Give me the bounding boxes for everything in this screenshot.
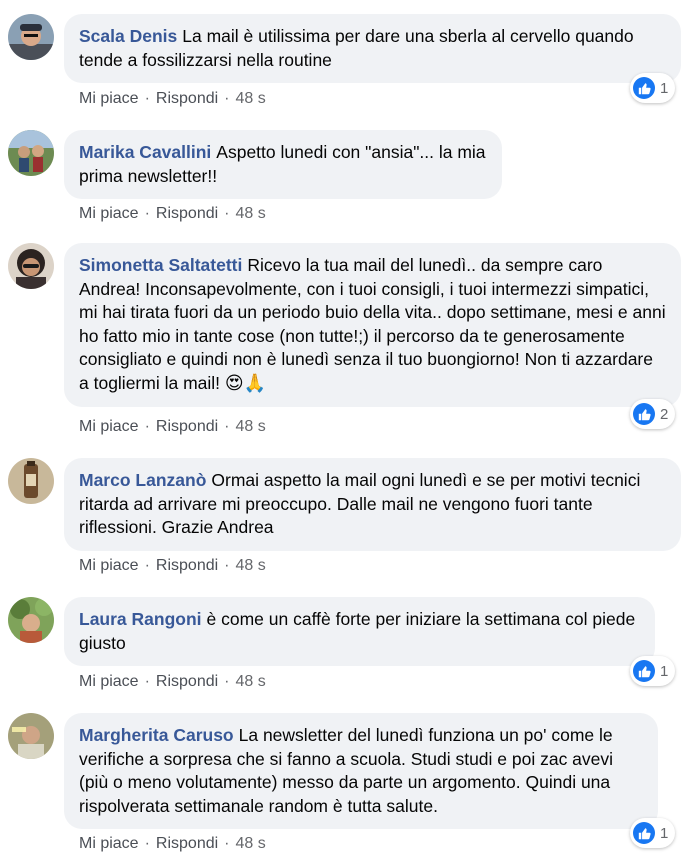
comment-text: Ricevo la tua mail del lunedì.. da sempr… (79, 255, 666, 393)
reply-link[interactable]: Rispondi (156, 90, 218, 107)
separator: · (144, 418, 150, 435)
comment-bubble: Margherita Caruso La newsletter del luned… (64, 713, 658, 829)
like-link[interactable]: Mi piace (79, 205, 139, 222)
separator: · (144, 205, 150, 222)
avatar[interactable] (8, 597, 54, 643)
reaction-count: 2 (660, 405, 669, 423)
avatar[interactable] (8, 458, 54, 504)
reply-link[interactable]: Rispondi (156, 418, 218, 435)
comment-timestamp[interactable]: 48 s (236, 418, 266, 435)
reaction-count: 1 (660, 662, 669, 680)
comment-timestamp[interactable]: 48 s (236, 673, 266, 690)
comment-timestamp[interactable]: 48 s (236, 205, 266, 222)
like-link[interactable]: Mi piace (79, 673, 139, 690)
comment-timestamp[interactable]: 48 s (236, 835, 266, 852)
comment-bubble: Laura Rangoni è come un caffè forte per i… (64, 597, 655, 666)
comment-bubble: Marco Lanzanò Ormai aspetto la mail ogni … (64, 458, 681, 551)
separator: · (224, 673, 230, 690)
like-link[interactable]: Mi piace (79, 835, 139, 852)
reply-link[interactable]: Rispondi (156, 673, 218, 690)
comment-author[interactable]: Simonetta Saltatetti (79, 255, 242, 275)
separator: · (144, 557, 150, 574)
reply-link[interactable]: Rispondi (156, 205, 218, 222)
comment-actions: Mi piace · Rispondi · 48 s (79, 835, 266, 853)
reaction-count-badge[interactable]: 2 (630, 399, 676, 429)
comment-bubble: Marika Cavallini Aspetto lunedi con "ansi… (64, 130, 502, 199)
comment-actions: Mi piace · Rispondi · 48 s (79, 418, 266, 436)
separator: · (224, 90, 230, 107)
comment-actions: Mi piace · Rispondi · 48 s (79, 557, 266, 575)
separator: · (224, 557, 230, 574)
like-icon (633, 403, 655, 425)
separator: · (144, 90, 150, 107)
separator: · (144, 835, 150, 852)
reply-link[interactable]: Rispondi (156, 835, 218, 852)
comment-actions: Mi piace · Rispondi · 48 s (79, 673, 266, 691)
comment-actions: Mi piace · Rispondi · 48 s (79, 205, 266, 223)
like-link[interactable]: Mi piace (79, 418, 139, 435)
like-icon (633, 822, 655, 844)
like-icon (633, 660, 655, 682)
comment-author[interactable]: Marco Lanzanò (79, 470, 206, 490)
reaction-count-badge[interactable]: 1 (630, 656, 676, 686)
like-icon (633, 77, 655, 99)
comment-author[interactable]: Laura Rangoni (79, 609, 202, 629)
separator: · (224, 205, 230, 222)
emoji-heart-eyes-praying-hands: 😍🙏 (224, 372, 267, 394)
comment-bubble: Scala Denis La mail è utilissima per dare… (64, 14, 681, 83)
comment-author[interactable]: Margherita Caruso (79, 725, 234, 745)
comment-author[interactable]: Marika Cavallini (79, 142, 211, 162)
comment-timestamp[interactable]: 48 s (236, 557, 266, 574)
reaction-count-badge[interactable]: 1 (630, 818, 676, 848)
reaction-count: 1 (660, 79, 669, 97)
avatar[interactable] (8, 130, 54, 176)
separator: · (224, 835, 230, 852)
separator: · (144, 673, 150, 690)
reply-link[interactable]: Rispondi (156, 557, 218, 574)
comment-timestamp[interactable]: 48 s (236, 90, 266, 107)
separator: · (224, 418, 230, 435)
comment-author[interactable]: Scala Denis (79, 26, 177, 46)
like-link[interactable]: Mi piace (79, 90, 139, 107)
comment-bubble: Simonetta Saltatetti Ricevo la tua mail d… (64, 243, 681, 407)
reaction-count: 1 (660, 824, 669, 842)
avatar[interactable] (8, 713, 54, 759)
reaction-count-badge[interactable]: 1 (630, 73, 676, 103)
avatar[interactable] (8, 14, 54, 60)
like-link[interactable]: Mi piace (79, 557, 139, 574)
comment-actions: Mi piace · Rispondi · 48 s (79, 90, 266, 108)
avatar[interactable] (8, 243, 54, 289)
